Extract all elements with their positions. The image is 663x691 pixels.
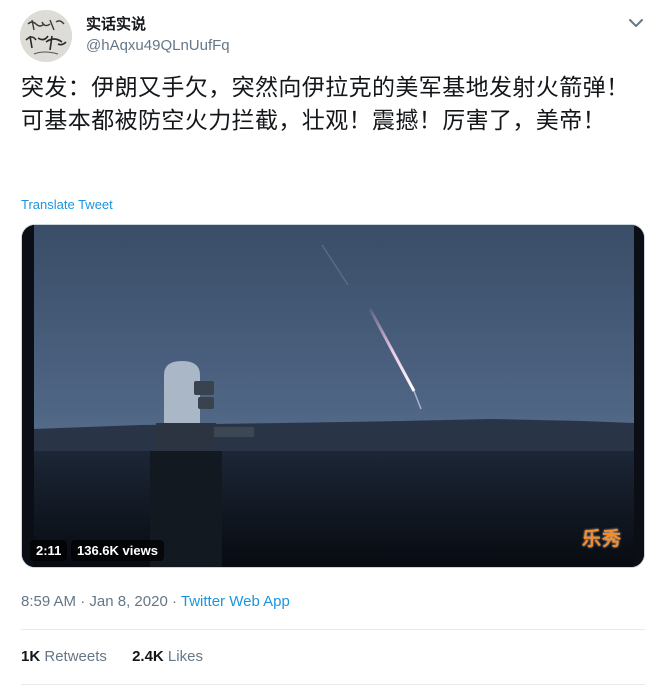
tweet-date[interactable]: Jan 8, 2020 [89, 593, 167, 610]
retweets-label: Retweets [44, 648, 107, 665]
video-views-badge: 136.6K views [71, 540, 164, 561]
display-name[interactable]: 实话实说 [86, 13, 146, 34]
chevron-down-icon[interactable] [624, 14, 648, 34]
tweet-stats: 1K Retweets 2.4K Likes [21, 648, 203, 665]
meta-separator: · [80, 593, 86, 610]
video-watermark: 乐秀 [582, 528, 623, 550]
tweet-source-link[interactable]: Twitter Web App [181, 593, 290, 610]
tweet-time[interactable]: 8:59 AM [21, 593, 76, 610]
translate-tweet-link[interactable]: Translate Tweet [21, 197, 113, 212]
avatar-handwriting-image [20, 10, 72, 62]
likes-count: 2.4K [132, 648, 164, 665]
video-thumbnail [22, 225, 644, 567]
tweet-text: 突发：伊朗又手欠，突然向伊拉克的美军基地发射火箭弹！ 可基本都被防空火力拦截，壮… [21, 75, 630, 134]
tweet-meta: 8:59 AM · Jan 8, 2020 · Twitter Web App [21, 593, 290, 610]
retweets-stat[interactable]: 1K Retweets [21, 648, 107, 665]
tweet: 实话实说 @hAqxu49QLnUufFq 突发：伊朗又手欠，突然向伊拉克的美军… [0, 0, 663, 691]
meta-separator: · [171, 593, 177, 610]
likes-stat[interactable]: 2.4K Likes [132, 648, 203, 665]
likes-label: Likes [167, 648, 203, 665]
video-player[interactable] [21, 224, 645, 568]
divider [21, 629, 645, 630]
user-handle[interactable]: @hAqxu49QLnUufFq [86, 37, 230, 54]
video-duration-badge: 2:11 [30, 540, 68, 561]
avatar[interactable] [20, 10, 72, 62]
retweets-count: 1K [21, 648, 41, 665]
divider [21, 684, 645, 685]
